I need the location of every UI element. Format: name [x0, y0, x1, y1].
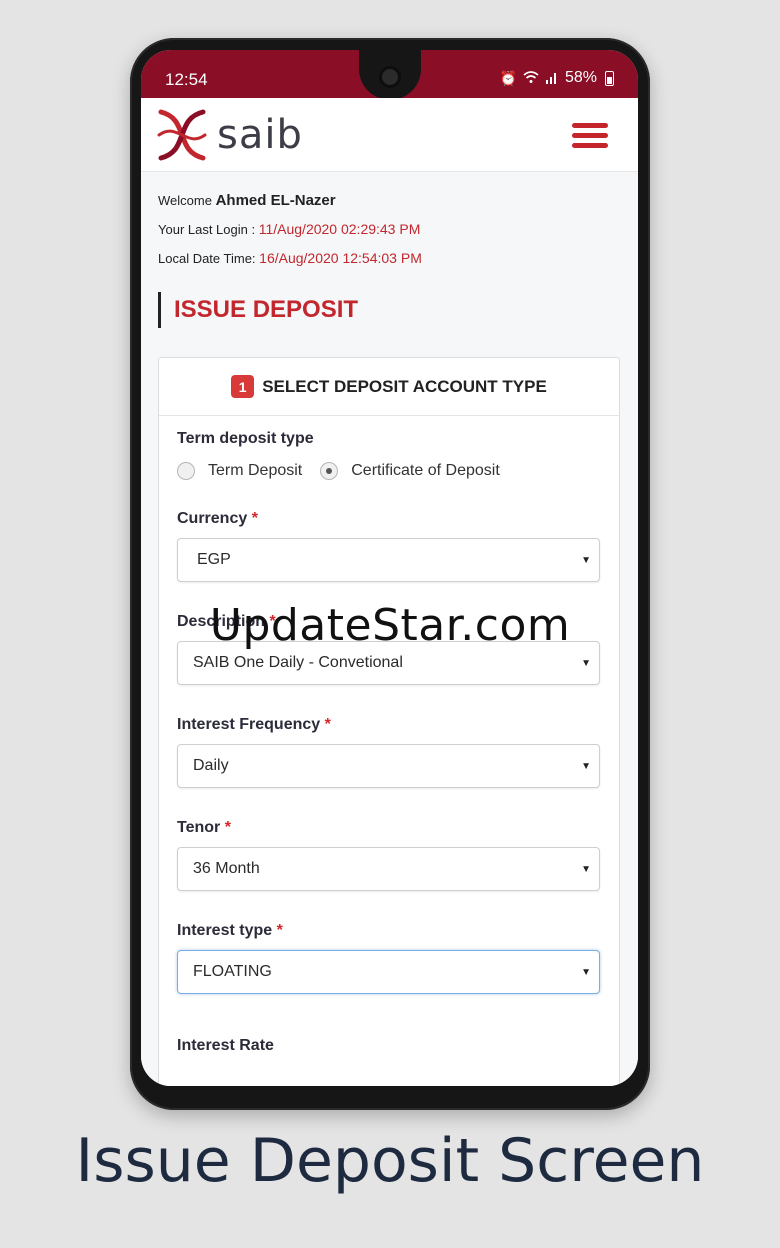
chevron-down-icon: ▼ [581, 658, 591, 669]
wifi-icon [523, 70, 539, 87]
local-time-label: Local Date Time: [158, 251, 256, 266]
deposit-card: 1 SELECT DEPOSIT ACCOUNT TYPE Term depos… [158, 357, 620, 1086]
tenor-label-text: Tenor [177, 819, 221, 836]
radio-certificate-of-deposit-label[interactable]: Certificate of Deposit [351, 462, 500, 480]
status-bar: 12:54 ⏰ 58% [141, 50, 638, 100]
interest-rate-label: Interest Rate [177, 1037, 274, 1054]
user-name: Ahmed EL-Nazer [215, 192, 336, 209]
logo-text: saib [217, 112, 303, 158]
saib-logo[interactable]: saib [155, 108, 303, 162]
chevron-down-icon: ▼ [581, 864, 591, 875]
radio-certificate-of-deposit[interactable] [320, 462, 339, 480]
battery-icon [605, 70, 614, 86]
local-time-value: 16/Aug/2020 12:54:03 PM [259, 250, 422, 266]
front-camera [379, 66, 401, 88]
tenor-value: 36 Month [193, 860, 260, 877]
interest-type-label: Interest type * [177, 922, 283, 940]
page-title: ISSUE DEPOSIT [158, 292, 358, 328]
step-badge: 1 [231, 375, 255, 398]
term-deposit-type-label: Term deposit type [177, 430, 314, 447]
chevron-down-icon: ▼ [581, 761, 591, 772]
currency-label-text: Currency [177, 510, 248, 527]
interest-frequency-label: Interest Frequency * [177, 716, 331, 734]
interest-frequency-label-text: Interest Frequency [177, 716, 321, 733]
welcome-line: Welcome Ahmed EL-Nazer [158, 192, 336, 209]
welcome-prefix: Welcome [158, 193, 212, 208]
radio-term-deposit-label[interactable]: Term Deposit [208, 462, 302, 480]
phone-screen: 12:54 ⏰ 58% saib Welcome Ahmed EL-Nazer … [141, 50, 638, 1086]
battery-level: 58% [564, 69, 597, 86]
last-login-value: 11/Aug/2020 02:29:43 PM [258, 221, 421, 237]
tenor-label: Tenor * [177, 819, 231, 837]
currency-select[interactable]: EGP ▼ [177, 538, 600, 582]
menu-icon[interactable] [572, 123, 608, 149]
description-value: SAIB One Daily - Convetional [193, 654, 403, 671]
currency-required-mark: * [251, 510, 258, 527]
chevron-down-icon: ▼ [581, 967, 591, 978]
interest-frequency-value: Daily [193, 757, 229, 774]
currency-label: Currency * [177, 510, 258, 528]
chevron-down-icon: ▼ [581, 555, 591, 566]
card-title: SELECT DEPOSIT ACCOUNT TYPE [262, 376, 547, 396]
app-header: saib [141, 98, 638, 172]
screen-caption: Issue Deposit Screen [75, 1126, 705, 1196]
local-time-line: Local Date Time: 16/Aug/2020 12:54:03 PM [158, 250, 422, 266]
status-time: 12:54 [165, 70, 208, 89]
interest-frequency-select[interactable]: Daily ▼ [177, 744, 600, 788]
tenor-required-mark: * [224, 819, 231, 836]
signal-icon [545, 70, 559, 87]
term-deposit-type-radios: Term Deposit Certificate of Deposit [177, 462, 518, 480]
interest-type-select[interactable]: FLOATING ▼ [177, 950, 600, 994]
interest-type-value: FLOATING [193, 963, 272, 980]
interest-type-required-mark: * [276, 922, 283, 939]
watermark: UpdateStar.com [209, 600, 571, 651]
interest-type-label-text: Interest type [177, 922, 273, 939]
currency-value: EGP [197, 551, 231, 568]
tenor-select[interactable]: 36 Month ▼ [177, 847, 600, 891]
last-login-line: Your Last Login : 11/Aug/2020 02:29:43 P… [158, 221, 420, 237]
interest-frequency-required-mark: * [324, 716, 331, 733]
alarm-icon: ⏰ [499, 69, 517, 86]
radio-term-deposit[interactable] [177, 462, 195, 480]
status-icons: ⏰ 58% [500, 69, 614, 87]
last-login-label: Your Last Login : [158, 222, 256, 237]
saib-logo-mark-icon [157, 109, 207, 161]
card-header: 1 SELECT DEPOSIT ACCOUNT TYPE [159, 358, 619, 416]
